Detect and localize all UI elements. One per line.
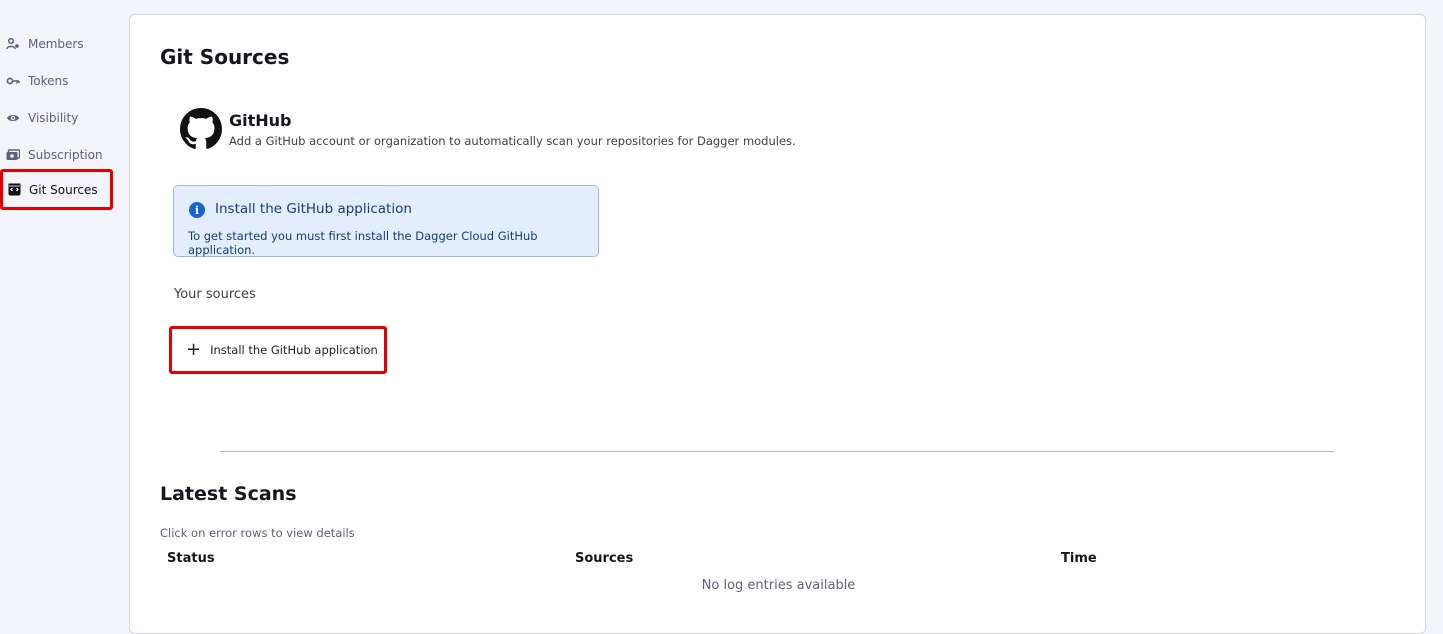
info-alert: i Install the GitHub application To get … (173, 185, 599, 257)
divider (220, 451, 1334, 452)
plus-icon: + (186, 339, 202, 360)
your-sources-label: Your sources (174, 287, 256, 302)
alert-text: To get started you must first install th… (188, 229, 538, 257)
subscription-icon (5, 147, 21, 163)
column-header-sources[interactable]: Sources (575, 551, 633, 566)
sidebar-item-tokens[interactable]: Tokens (0, 62, 113, 99)
eye-icon (5, 110, 21, 126)
git-sources-card: Git Sources GitHub Add a GitHub account … (129, 14, 1426, 634)
github-icon (180, 108, 222, 149)
sidebar-item-members[interactable]: Members (0, 25, 113, 62)
page-title: Git Sources (160, 45, 290, 69)
git-sources-icon (6, 182, 22, 198)
provider-description: Add a GitHub account or organization to … (229, 133, 796, 148)
column-header-status[interactable]: Status (167, 551, 215, 566)
info-icon: i (189, 202, 205, 218)
sidebar-item-label: Subscription (28, 147, 103, 162)
scans-hint: Click on error rows to view details (160, 526, 355, 540)
column-header-time[interactable]: Time (1061, 551, 1097, 566)
empty-log-message: No log entries available (701, 578, 856, 593)
sidebar-item-git-sources[interactable]: Git Sources (0, 169, 113, 210)
sidebar-item-label: Git Sources (29, 182, 98, 197)
install-button-label: Install the GitHub application (210, 343, 378, 357)
sidebar-item-label: Tokens (28, 73, 69, 88)
alert-title: Install the GitHub application (215, 201, 412, 217)
members-icon (5, 36, 21, 52)
latest-scans-title: Latest Scans (160, 483, 297, 505)
sidebar-item-label: Visibility (28, 110, 79, 125)
key-icon (5, 73, 21, 89)
sidebar-item-label: Members (28, 36, 84, 51)
sidebar-item-visibility[interactable]: Visibility (0, 99, 113, 136)
sidebar-item-subscription[interactable]: Subscription (0, 136, 113, 173)
install-github-app-button[interactable]: + Install the GitHub application (169, 326, 387, 374)
settings-sidebar: Members Tokens Visibility Subscription G… (0, 0, 128, 618)
github-provider: GitHub Add a GitHub account or organizat… (180, 108, 796, 150)
provider-text: GitHub Add a GitHub account or organizat… (229, 111, 796, 148)
provider-name: GitHub (229, 110, 292, 130)
